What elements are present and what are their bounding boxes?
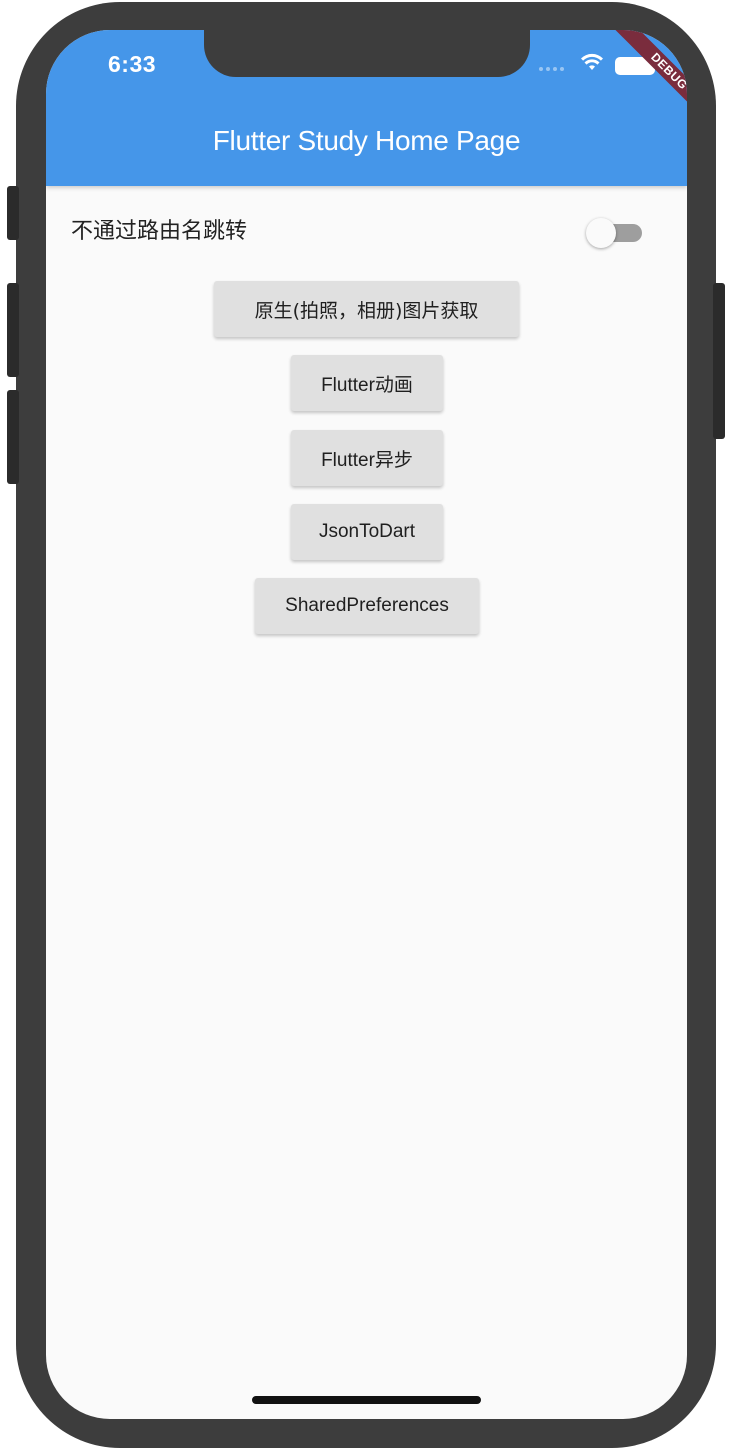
volume-down-button xyxy=(7,390,19,484)
status-time: 6:33 xyxy=(108,51,157,77)
power-button xyxy=(713,283,725,439)
shared-preferences-button[interactable]: SharedPreferences xyxy=(255,578,479,634)
notch xyxy=(204,30,530,77)
route-switch-row: 不通过路由名跳转 xyxy=(46,200,687,260)
toggle-thumb xyxy=(586,218,616,248)
screen: 6:33 Flutter Study Home Page DEBUG 不通过路由… xyxy=(46,30,687,1419)
page-title: Flutter Study Home Page xyxy=(212,125,521,156)
silent-switch xyxy=(7,186,19,240)
volume-up-button xyxy=(7,283,19,377)
app-bar: 6:33 Flutter Study Home Page DEBUG xyxy=(46,30,687,186)
debug-banner: DEBUG xyxy=(609,30,687,131)
signal-dots-icon xyxy=(539,67,564,71)
route-name-toggle[interactable] xyxy=(586,218,644,248)
flutter-async-button[interactable]: Flutter异步 xyxy=(291,430,443,486)
flutter-animation-button[interactable]: Flutter动画 xyxy=(291,355,443,411)
wifi-icon xyxy=(581,53,603,70)
native-image-picker-button[interactable]: 原生(拍照，相册)图片获取 xyxy=(214,281,519,337)
home-indicator[interactable] xyxy=(252,1396,481,1404)
route-switch-label: 不通过路由名跳转 xyxy=(71,219,248,244)
json-to-dart-button[interactable]: JsonToDart xyxy=(291,504,443,560)
